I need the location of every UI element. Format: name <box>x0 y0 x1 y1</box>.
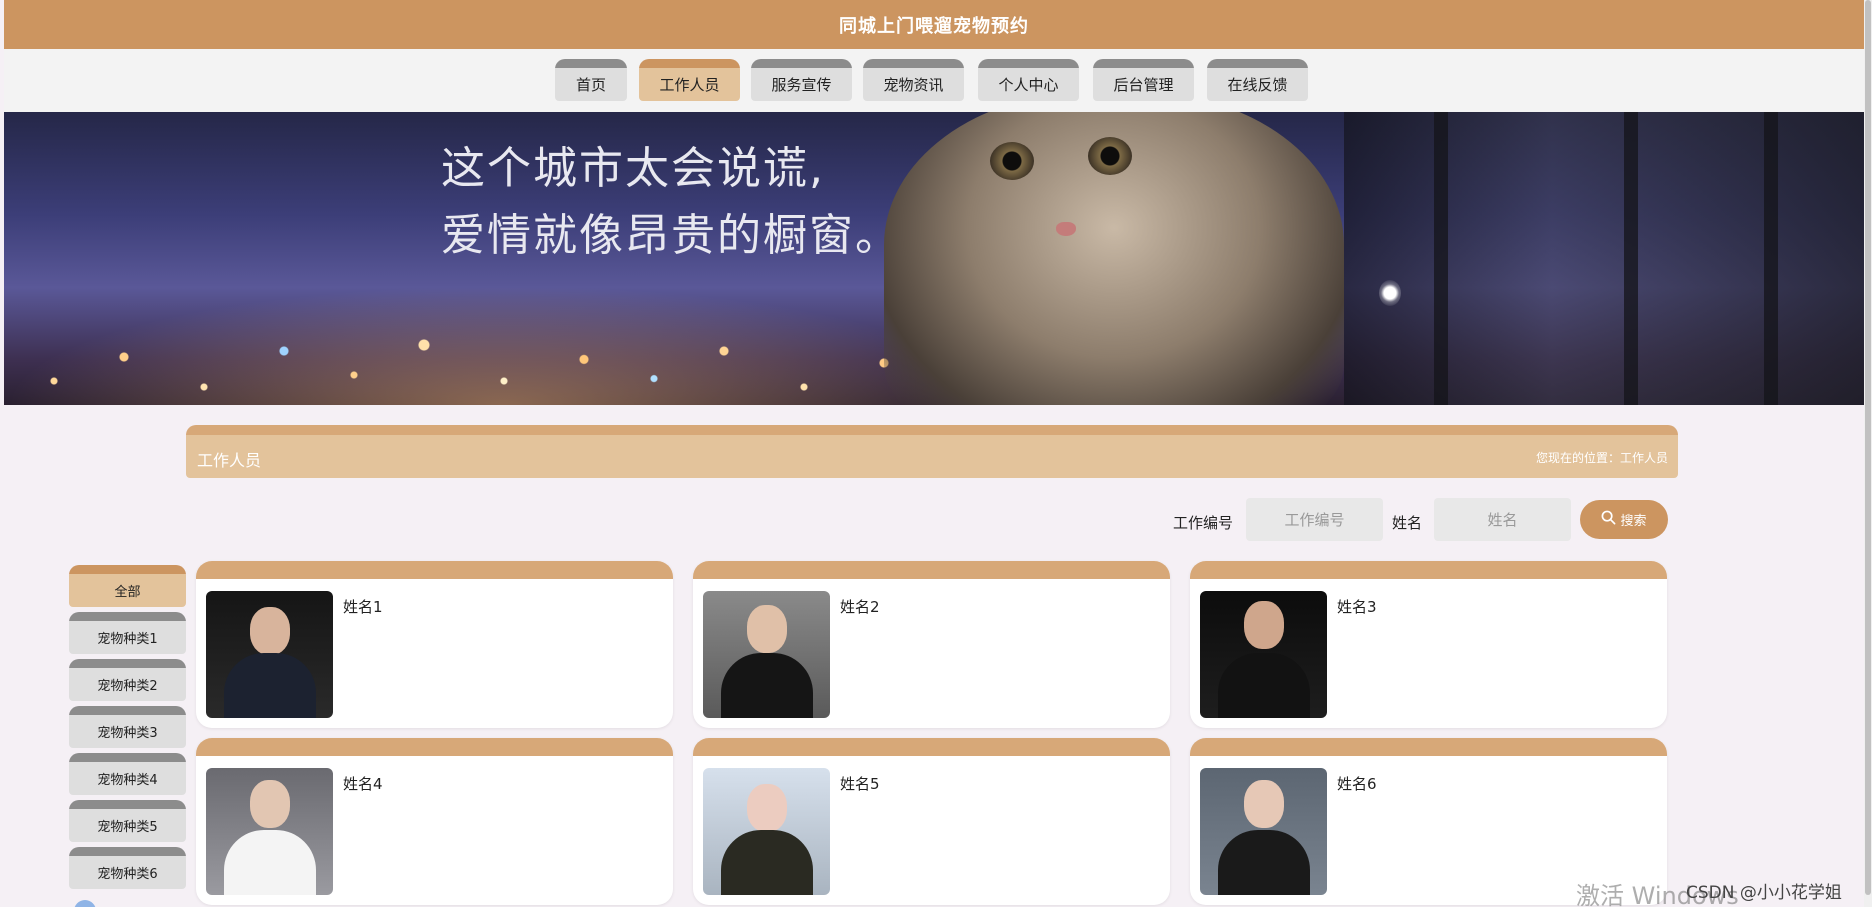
category-item-1[interactable]: 宠物种类1 <box>69 612 186 654</box>
kitten-eye <box>990 142 1034 180</box>
photo-body <box>224 830 316 895</box>
staff-photo <box>1200 768 1327 895</box>
kitten-nose <box>1056 222 1076 236</box>
photo-body <box>721 830 813 895</box>
hero-banner: 这个城市太会说谎, 爱情就像昂贵的橱窗。 <box>4 112 1864 405</box>
nav-item-label: 宠物资讯 <box>883 76 944 94</box>
card-header-bar <box>196 738 673 756</box>
breadcrumb: 您现在的位置：工作人员 <box>1535 451 1668 465</box>
staff-card[interactable]: 姓名1 <box>196 561 673 728</box>
nav-item-user-center[interactable]: 个人中心 <box>978 59 1079 101</box>
staff-name: 姓名6 <box>1337 775 1377 793</box>
staff-card[interactable]: 姓名5 <box>693 738 1170 905</box>
staff-name: 姓名1 <box>343 598 383 616</box>
nav-item-label: 服务宣传 <box>771 76 832 94</box>
nav-item-admin[interactable]: 后台管理 <box>1093 59 1194 101</box>
nav-item-staff[interactable]: 工作人员 <box>639 59 740 101</box>
photo-head <box>250 607 290 655</box>
nav-item-feedback[interactable]: 在线反馈 <box>1207 59 1308 101</box>
floating-widget-icon[interactable] <box>74 900 96 907</box>
window-bar <box>1434 112 1448 405</box>
staff-photo <box>206 768 333 895</box>
photo-body <box>721 653 813 718</box>
search-button-label: 搜索 <box>1620 514 1647 529</box>
card-header-bar <box>693 738 1170 756</box>
category-label: 宠物种类5 <box>97 820 158 835</box>
staff-card[interactable]: 姓名2 <box>693 561 1170 728</box>
staff-photo <box>206 591 333 718</box>
photo-body <box>1218 653 1310 718</box>
staff-card[interactable]: 姓名4 <box>196 738 673 905</box>
nav-item-label: 在线反馈 <box>1227 76 1288 94</box>
card-header-bar <box>693 561 1170 579</box>
category-label: 宠物种类4 <box>97 773 158 788</box>
photo-head <box>250 780 290 828</box>
staff-name: 姓名2 <box>840 598 880 616</box>
kitten-eye <box>1088 137 1132 175</box>
lamp-light <box>1379 280 1401 306</box>
category-item-5[interactable]: 宠物种类5 <box>69 800 186 842</box>
nav-item-service-promo[interactable]: 服务宣传 <box>751 59 852 101</box>
category-item-all[interactable]: 全部 <box>69 565 186 607</box>
category-label: 宠物种类6 <box>97 867 158 882</box>
name-input[interactable] <box>1434 498 1571 541</box>
card-header-bar <box>196 561 673 579</box>
window-backdrop <box>1344 112 1864 405</box>
nav-item-label: 后台管理 <box>1113 76 1174 94</box>
photo-body <box>224 653 316 718</box>
category-item-6[interactable]: 宠物种类6 <box>69 847 186 889</box>
name-label: 姓名 <box>1392 514 1423 532</box>
site-title: 同城上门喂遛宠物预约 <box>839 15 1029 37</box>
nav-item-label: 个人中心 <box>998 76 1059 94</box>
category-label: 宠物种类1 <box>97 632 158 647</box>
window-bar <box>1624 112 1638 405</box>
card-header-bar <box>1190 738 1667 756</box>
photo-body <box>1218 830 1310 895</box>
city-lights <box>4 285 1004 405</box>
window-bar <box>1764 112 1778 405</box>
photo-head <box>747 784 787 832</box>
category-label: 宠物种类3 <box>97 726 158 741</box>
photo-head <box>1244 780 1284 828</box>
staff-card[interactable]: 姓名3 <box>1190 561 1667 728</box>
nav-item-pet-news[interactable]: 宠物资讯 <box>863 59 964 101</box>
search-icon <box>1601 510 1616 529</box>
card-header-bar <box>1190 561 1667 579</box>
category-item-3[interactable]: 宠物种类3 <box>69 706 186 748</box>
main-nav: 首页 工作人员 服务宣传 宠物资讯 个人中心 后台管理 在线反馈 <box>4 49 1864 112</box>
site-header: 同城上门喂遛宠物预约 <box>4 0 1864 49</box>
nav-item-label: 工作人员 <box>659 76 720 94</box>
staff-no-label: 工作编号 <box>1173 514 1234 532</box>
category-item-2[interactable]: 宠物种类2 <box>69 659 186 701</box>
staff-name: 姓名4 <box>343 775 383 793</box>
banner-line-2: 爱情就像昂贵的橱窗。 <box>441 210 901 261</box>
author-credit: CSDN @小小花学姐 <box>1686 883 1842 903</box>
staff-photo <box>703 768 830 895</box>
section-header: 工作人员 您现在的位置：工作人员 <box>186 425 1678 478</box>
staff-photo <box>703 591 830 718</box>
category-item-4[interactable]: 宠物种类4 <box>69 753 186 795</box>
staff-name: 姓名5 <box>840 775 880 793</box>
section-title: 工作人员 <box>197 451 262 470</box>
staff-no-input[interactable] <box>1246 498 1383 541</box>
banner-line-1: 这个城市太会说谎, <box>441 143 825 194</box>
staff-photo <box>1200 591 1327 718</box>
photo-head <box>747 605 787 653</box>
category-label: 全部 <box>114 585 141 600</box>
search-button[interactable]: 搜索 <box>1580 500 1668 539</box>
nav-item-label: 首页 <box>575 76 606 94</box>
scrollbar-thumb[interactable] <box>1865 0 1871 895</box>
category-label: 宠物种类2 <box>97 679 158 694</box>
nav-item-home[interactable]: 首页 <box>555 59 627 101</box>
staff-name: 姓名3 <box>1337 598 1377 616</box>
photo-head <box>1244 601 1284 649</box>
